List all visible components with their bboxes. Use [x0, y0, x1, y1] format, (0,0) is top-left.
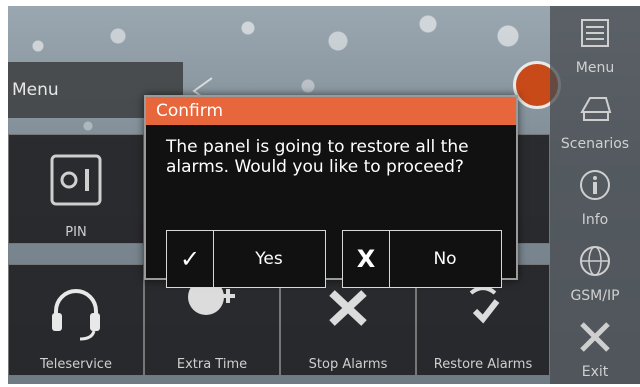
sidebar-item-exit[interactable]: Exit — [550, 310, 640, 384]
dialog-message: The panel is going to restore all the al… — [166, 137, 469, 177]
tile-label: Restore Alarms — [433, 357, 533, 372]
scenarios-icon — [580, 97, 612, 121]
tile-label: Extra Time — [176, 357, 248, 372]
clock-plus-icon — [188, 283, 235, 315]
check-icon: ✓ — [167, 231, 214, 287]
safe-icon — [50, 154, 102, 206]
sidebar-item-label: GSM/IP — [570, 288, 620, 304]
close-icon: X — [343, 231, 390, 287]
tile-label: PIN — [65, 225, 87, 240]
sidebar-item-label: Scenarios — [560, 136, 630, 152]
sidebar-item-label: Menu — [575, 60, 615, 76]
stop-alarm-icon — [329, 290, 367, 326]
sidebar-item-gsm-ip[interactable]: GSM/IP — [550, 234, 640, 310]
no-label: No — [433, 249, 457, 269]
globe-icon — [580, 246, 610, 276]
tile-label: Stop Alarms — [308, 357, 388, 372]
sidebar: Menu Scenarios Info GSM/IP Exit — [550, 6, 640, 384]
screen: Menu PIN Teleservice Extra Time Stop Ala… — [8, 6, 640, 384]
sidebar-item-menu[interactable]: Menu — [550, 6, 640, 82]
tile-label: Teleservice — [40, 357, 112, 372]
confirm-dialog: Confirm The panel is going to restore al… — [144, 95, 518, 288]
tile-pin[interactable]: PIN — [8, 134, 144, 244]
list-icon — [581, 19, 609, 47]
menu-title: Menu — [12, 80, 59, 100]
tile-teleservice[interactable]: Teleservice — [8, 264, 144, 376]
restore-alarm-icon — [469, 286, 500, 324]
sidebar-item-label: Info — [581, 212, 609, 228]
yes-label: Yes — [255, 249, 283, 269]
sidebar-item-scenarios[interactable]: Scenarios — [550, 82, 640, 158]
info-icon — [580, 170, 610, 200]
sidebar-item-label: Exit — [581, 364, 609, 380]
exit-icon — [580, 322, 610, 352]
no-button[interactable]: X No — [342, 230, 502, 288]
headset-icon — [52, 289, 100, 341]
yes-button[interactable]: ✓ Yes — [166, 230, 326, 288]
dialog-title: Confirm — [146, 97, 516, 125]
sidebar-item-info[interactable]: Info — [550, 158, 640, 234]
